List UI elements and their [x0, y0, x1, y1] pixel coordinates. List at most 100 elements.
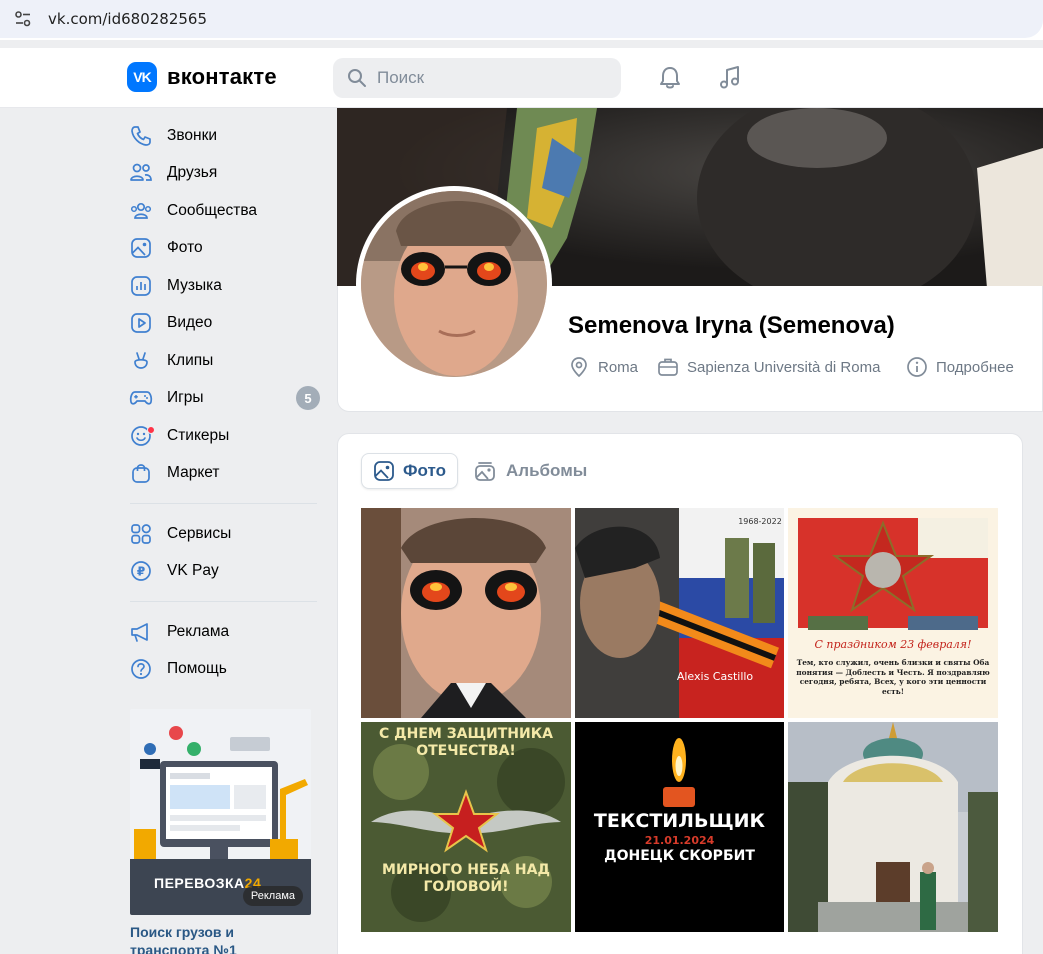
photo-tile[interactable]	[788, 722, 998, 932]
tile-years-text: 1968-2022	[738, 517, 782, 526]
photo-tile[interactable]: 1968-2022 Alexis Castillo	[575, 508, 784, 718]
search-icon	[348, 69, 366, 87]
video-icon	[128, 310, 154, 336]
phone-icon	[128, 123, 154, 149]
menu-label: Реклама	[167, 622, 230, 640]
menu-item-stickers[interactable]: Стикеры	[128, 417, 320, 455]
menu-label: Друзья	[167, 164, 218, 182]
url-field[interactable]: vk.com/id680282565	[0, 0, 1043, 38]
tile-signature-text: Alexis Castillo	[677, 670, 754, 683]
svg-text:₽: ₽	[137, 565, 145, 579]
communities-icon	[128, 198, 154, 224]
ad-label-badge: Реклама	[242, 886, 303, 906]
photo-icon	[128, 235, 154, 261]
menu-label: Маркет	[167, 464, 220, 482]
tile-candle-subtitle: ДОНЕЦК СКОРБИТ	[604, 848, 755, 864]
menu-label: Звонки	[167, 126, 218, 144]
menu-label: Клипы	[167, 351, 214, 369]
site-settings-icon[interactable]	[14, 10, 32, 28]
menu-item-services[interactable]: Сервисы	[128, 515, 320, 553]
menu-label: Фото	[167, 239, 203, 257]
menu-item-help[interactable]: Помощь	[128, 651, 320, 689]
menu-divider	[130, 503, 317, 504]
tile-candle-date: 21.01.2024	[644, 834, 715, 847]
menu-label: VK Pay	[167, 562, 219, 580]
music-icon	[128, 273, 154, 299]
left-menu: Звонки Друзья Сообщества Фото Музыка Вид…	[128, 117, 320, 688]
menu-item-photos[interactable]: Фото	[128, 230, 320, 268]
vk-logo-icon: VK	[127, 62, 157, 92]
help-icon	[128, 656, 154, 682]
tab-photos-label: Фото	[403, 461, 446, 480]
services-icon	[128, 521, 154, 547]
menu-label: Помощь	[167, 660, 227, 678]
menu-item-market[interactable]: Маркет	[128, 455, 320, 493]
vk-logo-text: вконтакте	[167, 64, 277, 89]
profile-avatar[interactable]	[356, 186, 552, 382]
menu-label: Игры	[167, 389, 204, 407]
menu-item-games[interactable]: Игры 5	[128, 380, 320, 418]
vk-header: VK вконтакте Поиск	[0, 48, 1043, 108]
info-icon	[907, 357, 927, 377]
ad-title-link[interactable]: Поиск грузов и транспорта №1	[130, 923, 311, 954]
menu-label: Видео	[167, 314, 213, 332]
photo-tile[interactable]: С праздником 23 февраля! Тем, кто служил…	[788, 508, 998, 718]
photo-tile[interactable]: С ДНЕМ ЗАЩИТНИКА ОТЕЧЕСТВА! МИРНОГО НЕБА…	[361, 722, 571, 932]
menu-item-clips[interactable]: Клипы	[128, 342, 320, 380]
menu-label: Сообщества	[167, 201, 258, 219]
menu-item-ads[interactable]: Реклама	[128, 613, 320, 651]
tile-greeting-text: С праздником 23 февраля!	[814, 638, 971, 651]
market-icon	[128, 460, 154, 486]
tab-photos[interactable]: Фото	[361, 453, 458, 489]
ad-banner-image[interactable]: ПЕРЕВОЗКА24 Реклама	[130, 709, 311, 915]
browser-address-bar: vk.com/id680282565	[0, 0, 1043, 40]
photo-thumb-painting: 1968-2022 Alexis Castillo	[575, 508, 784, 718]
tile-defender-bottom-text: МИРНОГО НЕБА НАД ГОЛОВОЙ!	[382, 862, 550, 895]
photo-tile[interactable]: ТЕКСТИЛЬЩИК 21.01.2024 ДОНЕЦК СКОРБИТ	[575, 722, 784, 932]
tab-albums-label: Альбомы	[506, 461, 588, 480]
profile-university[interactable]: Sapienza Università di Roma	[657, 356, 880, 378]
photo-thumb-church	[788, 722, 998, 932]
search-placeholder: Поиск	[377, 68, 425, 87]
tile-defender-top-text: С ДНЕМ ЗАЩИТНИКА ОТЕЧЕСТВА!	[378, 726, 554, 759]
games-counter-badge: 5	[296, 386, 320, 411]
menu-label: Стикеры	[167, 426, 230, 444]
menu-item-friends[interactable]: Друзья	[128, 155, 320, 193]
menu-item-communities[interactable]: Сообщества	[128, 192, 320, 230]
games-icon	[128, 385, 154, 411]
briefcase-icon	[658, 358, 678, 376]
url-text: vk.com/id680282565	[48, 10, 208, 28]
city-label: Roma	[598, 358, 639, 376]
location-pin-icon	[571, 357, 587, 378]
profile-more-button[interactable]: Подробнее	[906, 356, 1014, 378]
clips-icon	[128, 348, 154, 374]
search-input[interactable]: Поиск	[333, 58, 621, 98]
menu-divider	[130, 601, 317, 602]
friends-icon	[128, 160, 154, 186]
tab-albums[interactable]: Альбомы	[463, 453, 598, 489]
vkpay-icon: ₽	[128, 558, 154, 584]
profile-name: Semenova Iryna (Semenova)	[568, 312, 895, 339]
more-label: Подробнее	[936, 358, 1014, 376]
menu-item-music[interactable]: Музыка	[128, 267, 320, 305]
stickers-new-dot	[147, 425, 155, 434]
tile-verse-text: Тем, кто служил, очень близки и святы Об…	[796, 658, 990, 696]
albums-icon	[475, 462, 495, 481]
vk-logo[interactable]: VK вконтакте	[127, 62, 277, 92]
avatar-photo	[361, 191, 547, 377]
music-player-icon[interactable]	[716, 64, 744, 92]
menu-item-calls[interactable]: Звонки	[128, 117, 320, 155]
menu-item-video[interactable]: Видео	[128, 305, 320, 343]
notifications-bell-icon[interactable]	[656, 64, 684, 92]
photo-thumb-portrait	[361, 508, 571, 718]
photo-thumb-greeting-card: С праздником 23 февраля! Тем, кто служил…	[788, 508, 998, 718]
menu-item-vkpay[interactable]: ₽ VK Pay	[128, 553, 320, 591]
university-label: Sapienza Università di Roma	[687, 358, 881, 376]
photo-icon	[374, 461, 394, 481]
menu-label: Музыка	[167, 276, 222, 294]
profile-city[interactable]: Roma	[568, 356, 638, 378]
tile-candle-title: ТЕКСТИЛЬЩИК	[593, 810, 766, 832]
megaphone-icon	[128, 619, 154, 645]
photo-tile[interactable]	[361, 508, 571, 718]
menu-label: Сервисы	[167, 524, 232, 542]
